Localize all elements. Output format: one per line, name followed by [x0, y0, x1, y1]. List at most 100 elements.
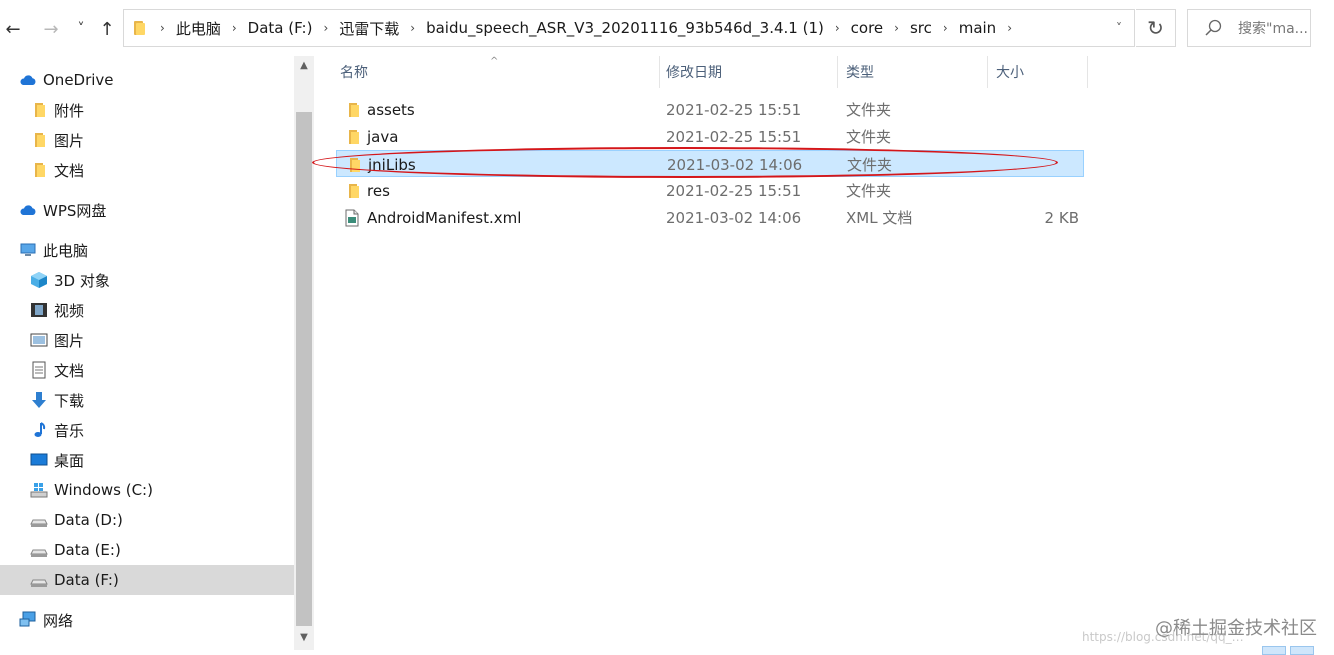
- column-headers: 名称 ^ 修改日期 类型 大小: [314, 56, 1089, 88]
- column-header-type-label: 类型: [846, 65, 874, 81]
- address-toolbar: ← → ˅ ↑ › 此电脑 › Data (F:) › 迅雷下载 › baidu…: [0, 0, 1334, 56]
- file-name: java: [367, 127, 399, 146]
- breadcrumb-separator[interactable]: ›: [887, 21, 906, 35]
- large-icons-view-button[interactable]: [1290, 646, 1314, 655]
- file-size: [991, 96, 1079, 123]
- file-type: 文件夹: [846, 182, 892, 200]
- sidebar-item[interactable]: Data (E:): [0, 535, 294, 565]
- navigation-pane-scrollbar[interactable]: ▲ ▼: [294, 56, 314, 650]
- address-bar[interactable]: › 此电脑 › Data (F:) › 迅雷下载 › baidu_speech_…: [123, 9, 1135, 47]
- folder-icon: [345, 156, 361, 172]
- sidebar-item[interactable]: 此电脑: [0, 235, 294, 265]
- search-icon: [1204, 18, 1224, 38]
- sidebar-item[interactable]: OneDrive: [0, 65, 294, 95]
- column-header-size-label: 大小: [996, 65, 1024, 81]
- breadcrumb: › 此电脑 › Data (F:) › 迅雷下载 › baidu_speech_…: [153, 10, 1104, 46]
- drive-icon: [30, 571, 48, 589]
- file-row[interactable]: AndroidManifest.xml 2021-03-02 14:06 XML 文…: [336, 204, 1084, 231]
- refresh-button[interactable]: ↻: [1136, 9, 1176, 47]
- sidebar-item[interactable]: 网络: [0, 605, 294, 635]
- sidebar-item[interactable]: 视频: [0, 295, 294, 325]
- sidebar-item[interactable]: 图片: [0, 125, 294, 155]
- column-header-date[interactable]: 修改日期: [658, 56, 838, 88]
- breadcrumb-separator[interactable]: ›: [1000, 21, 1019, 35]
- folder-icon: [131, 21, 145, 35]
- sidebar-item-label: 下载: [54, 391, 85, 410]
- sidebar-item[interactable]: 桌面: [0, 445, 294, 475]
- file-name: jniLibs: [368, 155, 416, 174]
- breadcrumb-separator[interactable]: ›: [225, 21, 244, 35]
- sidebar-item[interactable]: 音乐: [0, 415, 294, 445]
- windows-drive-icon: [30, 481, 48, 499]
- breadcrumb-separator[interactable]: ›: [936, 21, 955, 35]
- sidebar-item-label: 此电脑: [43, 241, 89, 260]
- recent-locations-button[interactable]: ˅: [68, 14, 94, 44]
- refresh-icon: ↻: [1147, 16, 1164, 40]
- file-size: [991, 177, 1079, 204]
- drive-icon: [30, 511, 48, 529]
- scroll-down-button[interactable]: ▼: [294, 628, 314, 646]
- breadcrumb-separator[interactable]: ›: [828, 21, 847, 35]
- file-row[interactable]: res 2021-02-25 15:51 文件夹: [336, 177, 1084, 204]
- sidebar-item-label: 音乐: [54, 421, 85, 440]
- folder-icon: [30, 101, 48, 119]
- sidebar-item-label: 视频: [54, 301, 85, 320]
- sidebar-item[interactable]: 下载: [0, 385, 294, 415]
- up-button[interactable]: ↑: [94, 14, 120, 44]
- folder-icon: [30, 131, 48, 149]
- view-toggle: [1262, 646, 1314, 655]
- column-header-type[interactable]: 类型: [838, 56, 988, 88]
- back-button[interactable]: ←: [0, 14, 26, 44]
- sidebar-item[interactable]: 3D 对象: [0, 265, 294, 295]
- breadcrumb-item[interactable]: Data (F:): [244, 19, 317, 37]
- breadcrumb-separator[interactable]: ›: [153, 21, 172, 35]
- search-input[interactable]: 搜索"ma...: [1187, 9, 1311, 47]
- file-size: [992, 151, 1080, 178]
- sidebar-item-label: WPS网盘: [43, 201, 107, 220]
- forward-arrow-icon: →: [43, 18, 59, 40]
- details-view-button[interactable]: [1262, 646, 1286, 655]
- file-row[interactable]: assets 2021-02-25 15:51 文件夹: [336, 96, 1084, 123]
- breadcrumb-item[interactable]: main: [955, 19, 1000, 37]
- sidebar-item[interactable]: 图片: [0, 325, 294, 355]
- file-list: 名称 ^ 修改日期 类型 大小 assets 2021-02-25 15:51 文件…: [314, 56, 1334, 655]
- breadcrumb-item[interactable]: core: [847, 19, 888, 37]
- sidebar-item[interactable]: Windows (C:): [0, 475, 294, 505]
- sidebar-item-label: 桌面: [54, 451, 85, 470]
- sidebar-item[interactable]: Data (F:): [0, 565, 294, 595]
- breadcrumb-item[interactable]: src: [906, 19, 936, 37]
- folder-icon: [344, 128, 360, 144]
- sidebar-item[interactable]: 文档: [0, 155, 294, 185]
- breadcrumb-item[interactable]: 此电脑: [172, 18, 225, 39]
- sidebar-item-label: 附件: [54, 101, 85, 120]
- file-row[interactable]: jniLibs 2021-03-02 14:06 文件夹: [336, 150, 1084, 177]
- sidebar-item-label: 文档: [54, 161, 85, 180]
- file-date: 2021-03-02 14:06: [667, 155, 803, 174]
- sidebar-item[interactable]: Data (D:): [0, 505, 294, 535]
- download-icon: [30, 391, 48, 409]
- file-name: AndroidManifest.xml: [367, 208, 522, 227]
- file-type: 文件夹: [846, 128, 892, 146]
- sidebar-item-label: 文档: [54, 361, 85, 380]
- column-header-size[interactable]: 大小: [988, 56, 1088, 88]
- computer-icon: [19, 241, 37, 259]
- scrollbar-thumb[interactable]: [296, 112, 312, 626]
- sidebar-item[interactable]: 附件: [0, 95, 294, 125]
- forward-button[interactable]: →: [38, 14, 64, 44]
- sidebar-item-label: 图片: [54, 131, 85, 150]
- breadcrumb-separator[interactable]: ›: [403, 21, 422, 35]
- back-arrow-icon: ←: [5, 18, 21, 40]
- sidebar-item[interactable]: WPS网盘: [0, 195, 294, 225]
- address-dropdown-button[interactable]: ˅: [1104, 10, 1134, 46]
- breadcrumb-separator[interactable]: ›: [316, 21, 335, 35]
- sidebar-item[interactable]: 文档: [0, 355, 294, 385]
- folder-icon: [30, 161, 48, 179]
- sidebar-item-label: Data (D:): [54, 511, 123, 529]
- scroll-up-button[interactable]: ▲: [294, 56, 314, 74]
- scroll-down-icon: ▼: [300, 631, 308, 643]
- breadcrumb-item[interactable]: baidu_speech_ASR_V3_20201116_93b546d_3.4…: [422, 19, 828, 37]
- picture-icon: [30, 331, 48, 349]
- sidebar-item-label: 3D 对象: [54, 271, 110, 290]
- file-row[interactable]: java 2021-02-25 15:51 文件夹: [336, 123, 1084, 150]
- breadcrumb-item[interactable]: 迅雷下载: [335, 18, 403, 39]
